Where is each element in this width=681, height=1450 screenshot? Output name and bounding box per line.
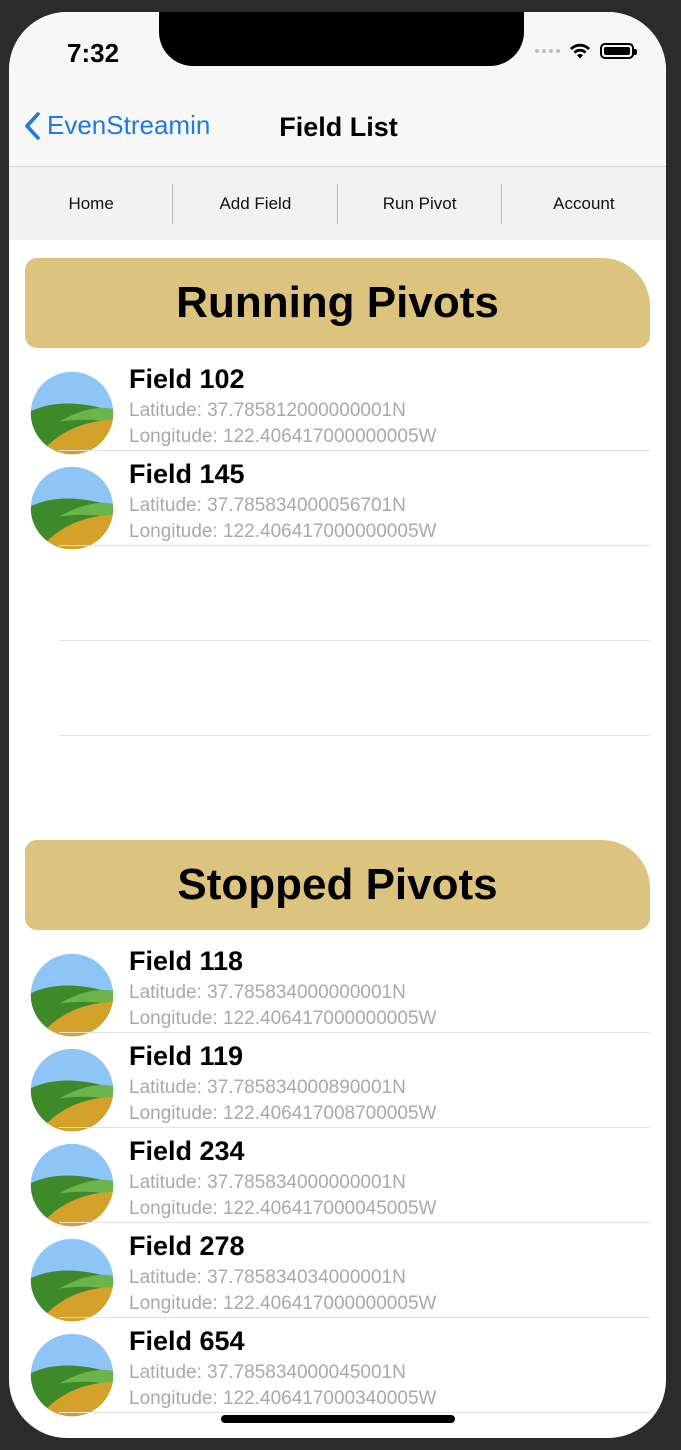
- field-latitude: Latitude: 37.785834000000001N: [129, 982, 406, 1003]
- field-latitude: Latitude: 37.785834000000001N: [129, 1172, 406, 1193]
- field-longitude: Longitude: 122.406417000340005W: [129, 1388, 437, 1409]
- page-title: Field List: [279, 112, 398, 142]
- stopped-pivots-header: Stopped Pivots: [25, 840, 650, 930]
- running-pivots-header: Running Pivots: [25, 258, 650, 348]
- tab-run-pivot[interactable]: Run Pivot: [338, 167, 503, 240]
- battery-icon: [600, 43, 637, 59]
- tab-home[interactable]: Home: [9, 167, 174, 240]
- field-name: Field 654: [129, 1326, 245, 1356]
- field-landscape-icon: [30, 466, 114, 550]
- field-name: Field 118: [129, 946, 244, 976]
- empty-row: [9, 641, 666, 736]
- segment-tabbar: Home Add Field Run Pivot Account: [9, 167, 666, 240]
- field-row[interactable]: Field 654 Latitude: 37.785834000045001N Lo…: [9, 1318, 666, 1417]
- field-row[interactable]: Field 102 Latitude: 37.785812000000001N Lo…: [9, 356, 666, 455]
- field-latitude: Latitude: 37.785834000045001N: [129, 1362, 406, 1383]
- running-pivots-list: Field 102 Latitude: 37.785812000000001N Lo…: [9, 356, 666, 550]
- field-longitude: Longitude: 122.406417008700005W: [129, 1103, 437, 1124]
- field-landscape-icon: [30, 371, 114, 455]
- field-row[interactable]: Field 118 Latitude: 37.785834000000001N Lo…: [9, 938, 666, 1037]
- notch: [159, 12, 524, 66]
- tab-account[interactable]: Account: [502, 167, 666, 240]
- status-icons: [535, 42, 637, 60]
- field-landscape-icon: [30, 1238, 114, 1322]
- field-row[interactable]: Field 278 Latitude: 37.785834034000001N Lo…: [9, 1223, 666, 1322]
- field-name: Field 102: [129, 364, 245, 394]
- row-divider: [59, 1412, 650, 1413]
- field-longitude: Longitude: 122.406417000045005W: [129, 1198, 437, 1219]
- field-name: Field 234: [129, 1136, 245, 1166]
- home-indicator: [221, 1415, 455, 1423]
- field-row[interactable]: Field 145 Latitude: 37.785834000056701N Lo…: [9, 451, 666, 550]
- field-landscape-icon: [30, 1048, 114, 1132]
- field-landscape-icon: [30, 1333, 114, 1417]
- tab-add-field[interactable]: Add Field: [173, 167, 338, 240]
- field-row[interactable]: Field 119 Latitude: 37.785834000890001N Lo…: [9, 1033, 666, 1132]
- empty-row: [9, 546, 666, 641]
- wifi-icon: [570, 43, 590, 59]
- field-longitude: Longitude: 122.406417000000005W: [129, 521, 437, 542]
- field-landscape-icon: [30, 1143, 114, 1227]
- field-name: Field 145: [129, 459, 245, 489]
- field-latitude: Latitude: 37.785834000056701N: [129, 495, 406, 516]
- field-longitude: Longitude: 122.406417000000005W: [129, 1008, 437, 1029]
- field-latitude: Latitude: 37.785834034000001N: [129, 1267, 406, 1288]
- field-longitude: Longitude: 122.406417000000005W: [129, 426, 437, 447]
- field-latitude: Latitude: 37.785812000000001N: [129, 400, 406, 421]
- field-name: Field 119: [129, 1041, 244, 1071]
- field-name: Field 278: [129, 1231, 245, 1261]
- field-row[interactable]: Field 234 Latitude: 37.785834000000001N Lo…: [9, 1128, 666, 1227]
- empty-rows: [9, 546, 666, 736]
- field-longitude: Longitude: 122.406417000000005W: [129, 1293, 437, 1314]
- field-landscape-icon: [30, 953, 114, 1037]
- stopped-pivots-list: Field 118 Latitude: 37.785834000000001N Lo…: [9, 938, 666, 1417]
- status-time: 7:32: [67, 38, 120, 68]
- signal-icon: [535, 49, 560, 53]
- field-latitude: Latitude: 37.785834000890001N: [129, 1077, 406, 1098]
- phone-screen: 7:32 EvenStreamin Field List Home Add Fi…: [9, 12, 666, 1438]
